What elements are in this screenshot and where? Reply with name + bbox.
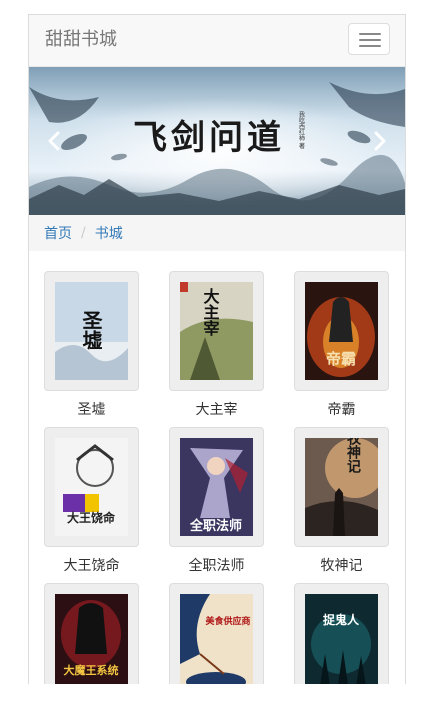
cover-text: 全职法师 — [189, 518, 242, 534]
book-cover-thumbnail[interactable]: 牧神记 — [294, 427, 389, 547]
book-title[interactable]: 牧神记 — [294, 557, 389, 575]
book-card[interactable]: 美食供应商 — [169, 583, 264, 684]
book-cover-image: 大王饶命 — [55, 438, 128, 536]
cover-text: 帝霸 — [326, 350, 356, 368]
carousel-prev-button[interactable] — [39, 123, 69, 159]
book-cover-thumbnail[interactable]: 圣墟 — [44, 271, 139, 391]
navbar-toggle-button[interactable] — [348, 23, 390, 55]
book-card[interactable]: 帝霸 帝霸 — [294, 271, 389, 419]
cover-text: 美食供应商 — [205, 615, 250, 627]
breadcrumb-home-link[interactable]: 首页 — [44, 223, 72, 243]
breadcrumb-bookstore-link[interactable]: 书城 — [95, 223, 123, 243]
book-cover-image: 帝霸 — [305, 282, 378, 380]
brand-title[interactable]: 甜甜书城 — [45, 29, 117, 51]
book-cover-thumbnail[interactable]: 帝霸 — [294, 271, 389, 391]
book-card[interactable]: 全职法师 全职法师 — [169, 427, 264, 575]
page-frame: 甜甜书城 飞剑问道 我吃西红柿 著 首页 / 书城 圣墟 圣墟 大主宰 大主宰 … — [28, 14, 406, 684]
book-cover-image: 大主宰 — [180, 282, 253, 380]
book-title[interactable]: 帝霸 — [294, 401, 389, 419]
chevron-left-icon — [48, 131, 60, 151]
book-cover-thumbnail[interactable]: 捉鬼人 — [294, 583, 389, 684]
cover-text: 大王饶命 — [67, 510, 116, 525]
book-cover-thumbnail[interactable]: 大魔王系统 — [44, 583, 139, 684]
banner-author-text: 我吃西红柿 著 — [298, 110, 305, 150]
breadcrumb: 首页 / 书城 — [29, 215, 405, 251]
cover-text: 捉鬼人 — [323, 612, 360, 627]
cover-text: 圣墟 — [79, 310, 103, 351]
cover-text: 大主宰 — [201, 287, 220, 337]
book-card[interactable]: 牧神记 牧神记 — [294, 427, 389, 575]
book-card[interactable]: 捉鬼人 — [294, 583, 389, 684]
book-cover-thumbnail[interactable]: 全职法师 — [169, 427, 264, 547]
book-card[interactable]: 大魔王系统 — [44, 583, 139, 684]
book-cover-image: 牧神记 — [305, 438, 378, 536]
banner-title-text: 飞剑问道 — [133, 118, 285, 158]
book-title[interactable]: 全职法师 — [169, 557, 264, 575]
book-cover-image: 全职法师 — [180, 438, 253, 536]
book-card[interactable]: 圣墟 圣墟 — [44, 271, 139, 419]
book-title[interactable]: 大王饶命 — [44, 557, 139, 575]
cover-text: 大魔王系统 — [64, 663, 119, 677]
book-cover-image: 美食供应商 — [180, 594, 253, 684]
book-title[interactable]: 大主宰 — [169, 401, 264, 419]
book-grid: 圣墟 圣墟 大主宰 大主宰 帝霸 帝霸 大王饶命 大王饶命 全职法师 全职法师 … — [29, 251, 405, 684]
book-card[interactable]: 大王饶命 大王饶命 — [44, 427, 139, 575]
cover-text: 牧神记 — [345, 438, 361, 474]
navbar: 甜甜书城 — [29, 15, 405, 67]
book-cover-thumbnail[interactable]: 美食供应商 — [169, 583, 264, 684]
book-cover-image: 捉鬼人 — [305, 594, 378, 684]
carousel[interactable]: 飞剑问道 我吃西红柿 著 — [29, 67, 405, 215]
book-cover-thumbnail[interactable]: 大主宰 — [169, 271, 264, 391]
carousel-next-button[interactable] — [365, 123, 395, 159]
book-cover-thumbnail[interactable]: 大王饶命 — [44, 427, 139, 547]
book-card[interactable]: 大主宰 大主宰 — [169, 271, 264, 419]
book-title[interactable]: 圣墟 — [44, 401, 139, 419]
carousel-banner-image: 飞剑问道 我吃西红柿 著 — [29, 67, 405, 215]
breadcrumb-separator: / — [81, 225, 86, 241]
book-cover-image: 圣墟 — [55, 282, 128, 380]
book-cover-image: 大魔王系统 — [55, 594, 128, 684]
chevron-right-icon — [374, 131, 386, 151]
